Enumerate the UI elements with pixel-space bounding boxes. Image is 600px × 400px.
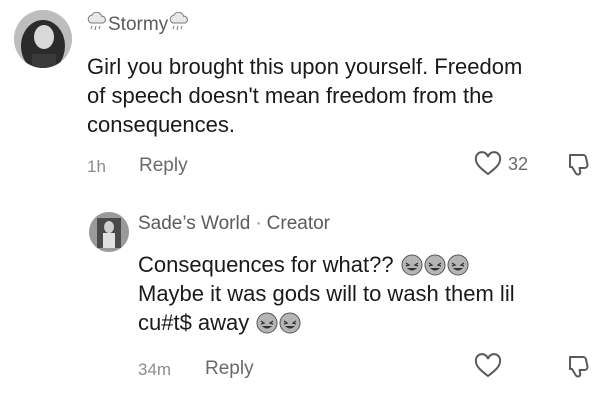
- rolling-laughing-icon: [401, 254, 423, 276]
- avatar[interactable]: [14, 10, 72, 68]
- thumbs-down-icon: [569, 153, 589, 176]
- reply-button[interactable]: Reply: [205, 358, 254, 380]
- comment-line: cu#t$ away: [138, 308, 515, 337]
- reply-username[interactable]: Sade’s World: [138, 213, 250, 234]
- heart-icon: [474, 151, 502, 176]
- comment-username[interactable]: Stormy: [86, 11, 190, 38]
- dislike-button[interactable]: [566, 151, 592, 182]
- comment-timestamp: 1h: [87, 157, 106, 176]
- username-text: Stormy: [108, 14, 169, 35]
- like-button[interactable]: 32: [474, 151, 528, 177]
- comment-text: Girl you brought this upon yourself. Fre…: [87, 52, 522, 139]
- rolling-laughing-icon: [256, 312, 278, 334]
- heart-icon: [474, 353, 502, 378]
- comment-line: Maybe it was gods will to wash them lil: [138, 281, 515, 306]
- dislike-button[interactable]: [566, 353, 592, 384]
- reply-comment-text: Consequences for what?? Maybe it was god…: [138, 250, 515, 337]
- rolling-laughing-icon: [279, 312, 301, 334]
- like-count: 32: [508, 153, 529, 174]
- thumbs-down-icon: [569, 355, 589, 378]
- comment-line: Consequences for what??: [138, 250, 515, 279]
- comment-line: of speech doesn't mean freedom from the: [87, 83, 494, 108]
- like-button[interactable]: [474, 353, 502, 379]
- separator: ·: [255, 213, 262, 234]
- avatar[interactable]: [89, 212, 129, 252]
- rolling-laughing-icon: [424, 254, 446, 276]
- reply-button[interactable]: Reply: [139, 155, 188, 177]
- reply-comment-header: Sade’s World · Creator: [138, 213, 330, 235]
- rolling-laughing-icon: [447, 254, 469, 276]
- cloud-with-rain-icon: [168, 11, 190, 38]
- creator-badge: Creator: [266, 213, 330, 234]
- comment-line: consequences.: [87, 112, 235, 137]
- cloud-with-rain-icon: [86, 11, 108, 38]
- comment-line: Girl you brought this upon yourself. Fre…: [87, 54, 523, 79]
- reply-comment-timestamp: 34m: [138, 360, 172, 379]
